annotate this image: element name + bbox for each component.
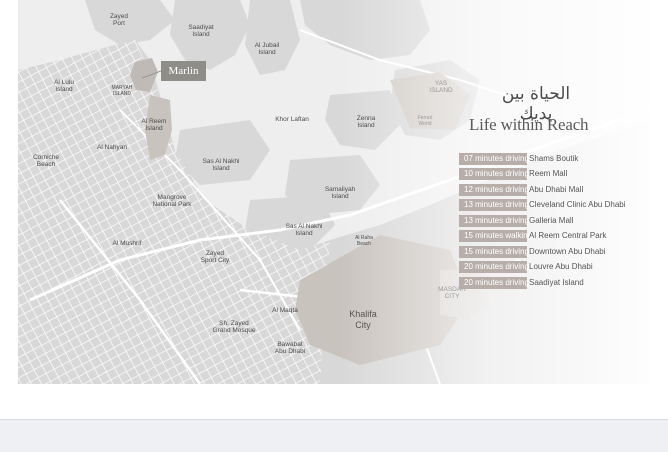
distance-item: 20 minutes driving to Saadiyat Island [459,275,626,291]
place-label-khor-laftan: Khor Laftan [275,116,309,123]
distance-time: 13 minutes driving to [459,199,538,212]
distance-destination: Downtown Abu Dhabi [529,246,606,256]
tagline-english: Life within Reach [469,115,589,134]
place-label-al-mushrif: Al Mushrif [112,240,142,247]
place-label-khalifa-city: Khalifa City [349,309,377,330]
distance-destination: Louvre Abu Dhabi [529,262,593,272]
distance-item: 12 minutes driving to Abu Dhabi Mall [459,182,626,198]
place-label-zenna-island: Zenna Island [356,115,376,129]
distance-destination: Saadiyat Island [529,277,584,287]
location-marker: Marlin [161,61,206,81]
place-label-saadiyat-island: Saadiyat Island [188,24,214,38]
place-label-corniche-beach: Corniche Beach [32,154,60,168]
distance-item: 20 minutes driving to Louvre Abu Dhabi [459,260,626,276]
place-label-maryah-island: MARYAH ISLAND [111,85,133,97]
distance-time: 12 minutes driving to [459,183,538,196]
distance-item: 13 minutes driving to Cleveland Clinic Ab… [459,198,626,214]
distance-time: 13 minutes driving to [459,214,538,227]
distance-time: 10 minutes driving to [459,168,538,181]
tagline-arabic: الحياة بين يديك [501,84,571,124]
distance-list: 07 minutes driving to Shams Boutik 10 min… [459,151,626,291]
distance-item: 13 minutes driving to Galleria Mall [459,213,626,229]
distance-time: 15 minutes walking to [459,230,541,243]
distance-item: 15 minutes walking to Al Reem Central Par… [459,229,626,245]
distance-destination: Cleveland Clinic Abu Dhabi [529,200,626,210]
distance-destination: Reem Mall [529,169,568,179]
distance-destination: Shams Boutik [529,153,579,163]
place-label-yas-island: YAS ISLAND [429,80,453,94]
place-label-al-reem-island: Al Reem Island [141,118,167,132]
place-label-samaliyah-island: Samaliyah Island [324,186,356,200]
place-label-sas-al-nakhl-island-1: Sas Al Nakhl Island [202,158,240,172]
distance-time: 07 minutes driving to [459,152,538,165]
place-label-ferrari-world: Ferrari World [417,115,433,127]
distance-time: 20 minutes driving to [459,276,538,289]
place-label-zayed-sport-city: Zayed Sport City [200,250,230,264]
distance-destination: Galleria Mall [529,215,574,225]
place-label-sas-al-nakhl-island-2: Sas Al Nakhl Island [285,223,323,237]
distance-item: 10 minutes driving to Reem Mall [459,167,626,183]
place-label-sh-zayed-grand-mosque: Sh. Zayed Grand Mosque [212,320,256,334]
distance-item: 15 minutes driving to Downtown Abu Dhabi [459,244,626,260]
place-label-bawabat-abu-dhabi: Bawabat Abu Dhabi [274,341,306,355]
distance-destination: Abu Dhabi Mall [529,184,584,194]
distance-item: 07 minutes driving to Shams Boutik [459,151,626,167]
place-label-mangrove-national-park: Mangrove National Park [152,194,192,208]
distance-time: 15 minutes driving to [459,245,538,258]
distance-destination: Al Reem Central Park [529,231,607,241]
place-label-al-maqta: Al Maqta [272,307,298,314]
place-label-al-jubail-island: Al Jubail Island [254,42,280,56]
map-card: Zayed Port Saadiyat Island Al Jubail Isl… [0,0,668,420]
place-label-zayed-port: Zayed Port [109,13,129,27]
distance-time: 20 minutes driving to [459,261,538,274]
place-label-al-raha-beach: Al Raha Beach [355,235,373,247]
place-label-al-lulu-island: Al Lulu Island [54,79,74,93]
place-label-al-nahyan: Al Nahyan [97,144,127,151]
